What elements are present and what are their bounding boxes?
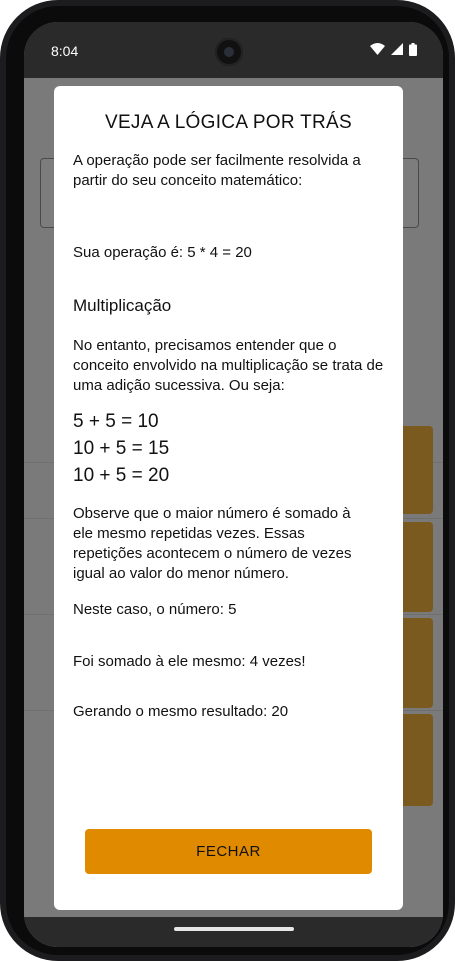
- status-time: 8:04: [51, 43, 79, 59]
- result-text: Gerando o mesmo resultado: 20: [73, 703, 289, 720]
- battery-icon: [409, 42, 417, 56]
- dialog-title: VEJA A LÓGICA POR TRÁS: [104, 112, 352, 133]
- phone-frame: 8:04 VEJA A LÓGICA POR TRÁS A operação p…: [0, 0, 455, 961]
- explanation-text: No entanto, precisamos entender que o co…: [73, 337, 384, 394]
- section-title: Multiplicação: [73, 296, 172, 315]
- home-gesture-handle[interactable]: [174, 927, 294, 931]
- dialog-intro: A operação pode ser facilmente resolvida…: [73, 152, 361, 189]
- equation-1: 5 + 5 = 10: [73, 411, 159, 432]
- signal-icon: [391, 43, 403, 55]
- status-bar: 8:04: [24, 22, 443, 78]
- screen: 8:04 VEJA A LÓGICA POR TRÁS A operação p…: [24, 22, 443, 947]
- front-camera: [215, 38, 243, 66]
- navigation-bar: [24, 917, 443, 947]
- times-added-text: Foi somado à ele mesmo: 4 vezes!: [73, 653, 306, 670]
- wifi-icon: [370, 43, 385, 55]
- observation-text: Observe que o maior número é somado à el…: [73, 505, 352, 582]
- equation-2: 10 + 5 = 15: [73, 438, 170, 459]
- equation-3: 10 + 5 = 20: [73, 465, 170, 486]
- status-icons: [370, 42, 417, 56]
- close-button[interactable]: FECHAR: [85, 829, 372, 874]
- logic-dialog: VEJA A LÓGICA POR TRÁS A operação pode s…: [54, 86, 403, 910]
- phone-bezel: 8:04 VEJA A LÓGICA POR TRÁS A operação p…: [6, 6, 449, 955]
- operation-text: Sua operação é: 5 * 4 = 20: [73, 244, 252, 261]
- case-number-text: Neste caso, o número: 5: [73, 601, 237, 618]
